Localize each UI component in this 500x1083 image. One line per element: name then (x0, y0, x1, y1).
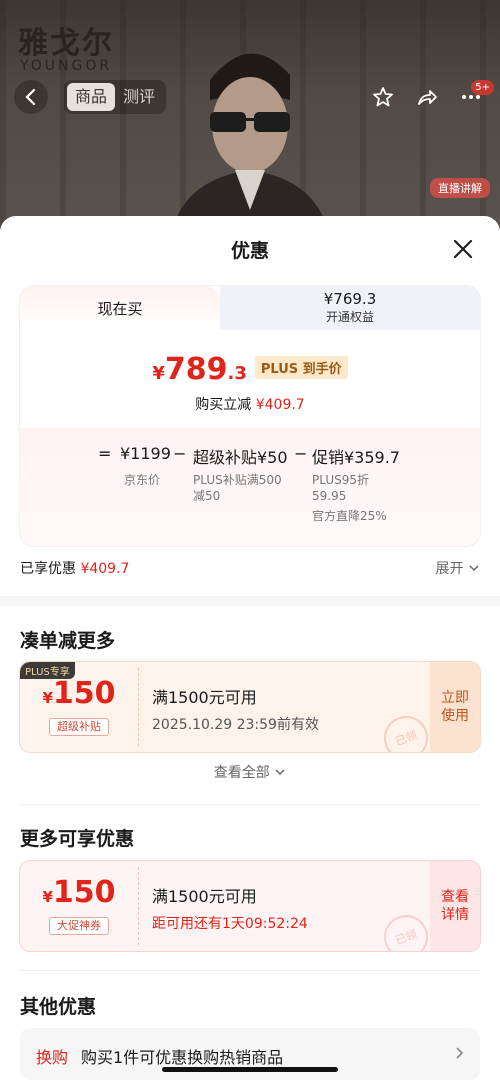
coupon-condition: 满1500元可用 (152, 688, 257, 707)
subsidy-desc: PLUS补贴满500减50 (193, 473, 282, 503)
use-now-button[interactable]: 立即使用 (430, 662, 480, 752)
formula-equals: = (98, 444, 112, 463)
close-icon (453, 239, 473, 259)
coupon-countdown: 距可用还有1天09:52:24 (152, 916, 308, 932)
enjoyed-label: 已享优惠 (20, 561, 76, 577)
formula-minus: − (173, 444, 187, 463)
product-page-background: 雅戈尔 YOUNGOR 商品 测评 5+ 直播讲解 (0, 0, 500, 240)
live-explain-tag[interactable]: 直播讲解 (430, 178, 490, 198)
instant-reduction: 购买立减 ¥409.7 (20, 394, 480, 414)
enjoyed-discount-row: 已享优惠 ¥409.7 展开 (20, 558, 480, 578)
nav-actions: 5+ (366, 80, 494, 114)
section-title-more-savings: 凑单减更多 (20, 630, 116, 652)
coupon-validity: 2025.10.29 23:59前有效 (152, 717, 319, 733)
price-formula: = ¥1199 − 超级补贴¥50 − 促销¥359.7 京东价 PLUS补贴满… (20, 428, 480, 546)
home-indicator[interactable] (162, 1067, 338, 1072)
price-breakdown-card: 现在买 ¥769.3 开通权益 ¥ 789 .3 PLUS 到手价 购买立减 ¥… (20, 286, 480, 546)
share-icon (418, 90, 437, 105)
coupon-condition: 满1500元可用 (152, 887, 257, 906)
coupon-value-area: ¥150 大促神券 (20, 861, 138, 951)
final-price: ¥ 789 .3 PLUS 到手价 (20, 352, 480, 387)
chevron-down-icon (275, 769, 285, 776)
plus-price-tag: PLUS 到手价 (254, 356, 348, 379)
reduction-label: 购买立减 (195, 397, 252, 413)
section-divider (0, 596, 500, 606)
tab-review[interactable]: 测评 (115, 83, 163, 111)
discount-sheet: 优惠 现在买 ¥769.3 开通权益 ¥ 789 .3 PLUS 到手价 购买立… (0, 216, 500, 1083)
coupon-currency: ¥ (42, 689, 53, 707)
coupon-amount: ¥150 (20, 875, 138, 910)
use-now-label: 立即使用 (441, 690, 469, 724)
promo-desc-official: 官方直降25% (312, 509, 387, 523)
view-all-button[interactable]: 查看全部 (0, 762, 500, 782)
top-nav-bar: 商品 测评 5+ (0, 78, 500, 118)
star-icon (373, 87, 393, 107)
brand-logo: 雅戈尔 (18, 26, 114, 61)
final-price-area: ¥ 789 .3 PLUS 到手价 购买立减 ¥409.7 (20, 330, 480, 428)
tab-product[interactable]: 商品 (67, 83, 116, 111)
coupon-promo: ¥150 大促神券 满1500元可用 距可用还有1天09:52:24 已领 查看… (20, 861, 480, 951)
coupon-super-subsidy: PLUS专享 ¥150 超级补贴 满1500元可用 2025.10.29 23:… (20, 662, 480, 752)
more-button[interactable]: 5+ (454, 80, 494, 114)
price-mode-tabs: 现在买 ¥769.3 开通权益 (20, 286, 480, 330)
promo-desc: PLUS95折59.95 (312, 473, 369, 503)
trade-in-text: 购买1件可优惠换购热销商品 (81, 1048, 284, 1067)
price-decimal: .3 (227, 363, 247, 384)
claimed-stamp: 已领 (377, 908, 435, 951)
favorite-button[interactable] (366, 80, 400, 114)
back-button[interactable] (14, 80, 48, 114)
formula-minus: − (294, 444, 308, 463)
coupon-type-label: 大促神券 (49, 917, 109, 935)
coupon-value-area: ¥150 超级补贴 (20, 662, 138, 752)
trade-in-tag: 换购 (36, 1048, 69, 1067)
enjoyed-value: ¥409.7 (80, 561, 130, 577)
tab-buy-now[interactable]: 现在买 (20, 286, 220, 330)
plus-label: 开通权益 (325, 310, 374, 324)
formula-promo: 促销¥359.7 (312, 448, 400, 467)
divider-line (20, 804, 480, 805)
model-photo (170, 53, 330, 240)
view-all-label: 查看全部 (213, 765, 270, 781)
chevron-down-icon (469, 565, 479, 572)
chevron-right-icon (456, 1047, 464, 1059)
reduction-value: ¥409.7 (255, 397, 305, 413)
currency-symbol: ¥ (152, 363, 165, 384)
section-title-other-offers: 其他优惠 (20, 996, 97, 1018)
coupon-amount-value: 150 (52, 676, 116, 711)
divider-line (20, 970, 480, 971)
price-integer: 789 (164, 352, 228, 387)
nav-tab-group: 商品 测评 (64, 80, 167, 114)
close-button[interactable] (450, 236, 476, 262)
coupon-amount: ¥150 (20, 676, 138, 711)
coupon-amount-value: 150 (52, 875, 116, 910)
section-title-more-offers: 更多可享优惠 (20, 828, 135, 850)
coupon-separator (138, 668, 139, 746)
trade-in-offer[interactable]: 换购 购买1件可优惠换购热销商品 (20, 1028, 480, 1080)
jd-price-label: 京东价 (124, 473, 161, 487)
claimed-stamp: 已领 (377, 709, 435, 752)
expand-button[interactable]: 展开 (436, 558, 480, 578)
view-details-button[interactable]: 查看详情 (430, 861, 480, 951)
chevron-left-icon (25, 88, 36, 106)
share-button[interactable] (410, 80, 444, 114)
coupon-type-label: 超级补贴 (49, 718, 109, 736)
view-details-label: 查看详情 (441, 889, 469, 923)
expand-label: 展开 (435, 561, 464, 577)
formula-jd-price: ¥1199 (120, 444, 171, 463)
notification-badge: 5+ (471, 80, 494, 95)
brand-subtitle: YOUNGOR (20, 58, 113, 74)
coupon-currency: ¥ (42, 888, 53, 906)
tab-open-plus[interactable]: ¥769.3 开通权益 (220, 286, 480, 330)
plus-price: ¥769.3 (323, 290, 377, 308)
sheet-title: 优惠 (230, 240, 269, 262)
coupon-separator (138, 867, 139, 945)
formula-subsidy: 超级补贴¥50 (193, 448, 288, 467)
